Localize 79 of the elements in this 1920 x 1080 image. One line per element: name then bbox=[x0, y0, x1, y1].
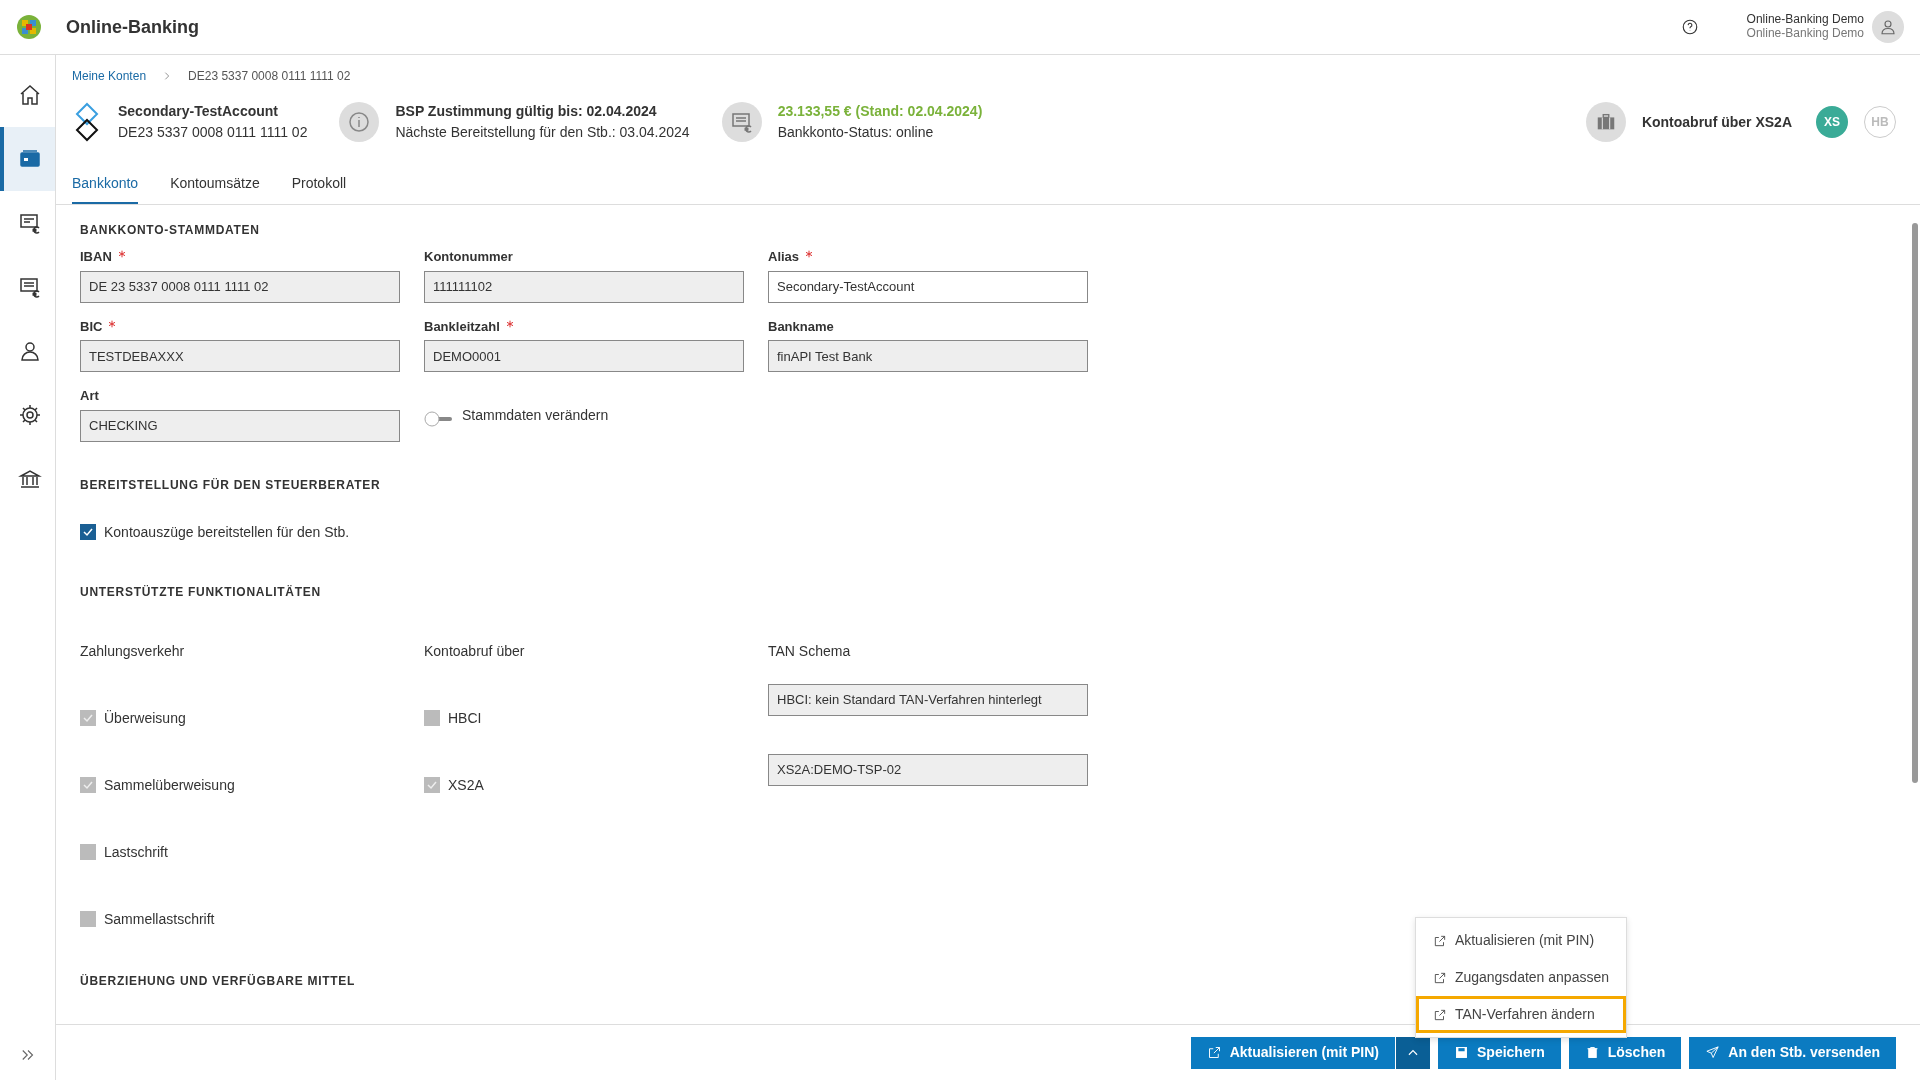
account-status: Bankkonto-Status: online bbox=[777, 123, 935, 142]
money-document-icon bbox=[17, 211, 42, 235]
send-icon bbox=[1705, 1045, 1721, 1060]
checkbox-label: Lastschrift bbox=[104, 842, 168, 862]
field-label: Kontonummer bbox=[424, 249, 513, 264]
method-badge: XS bbox=[1816, 106, 1848, 138]
method-badge: HB bbox=[1864, 106, 1896, 138]
external-button[interactable]: Aktualisieren (mit PIN) bbox=[1190, 1036, 1395, 1069]
delete-button[interactable]: Löschen bbox=[1568, 1036, 1682, 1069]
field-label: Art bbox=[80, 388, 99, 403]
info-icon bbox=[339, 102, 380, 142]
external-link-icon bbox=[1432, 1007, 1447, 1022]
money-document-icon bbox=[721, 102, 762, 142]
input-field: finAPI Test Bank bbox=[768, 340, 1088, 372]
checkmark-icon bbox=[82, 526, 94, 538]
help-icon[interactable] bbox=[1680, 18, 1699, 36]
field-label: Alias bbox=[768, 249, 800, 264]
logo-icon bbox=[16, 14, 42, 40]
input-field: XS2A:DEMO-TSP-02 bbox=[768, 753, 1088, 786]
account-balance: 23.133,55 € (Stand: 02.04.2024) bbox=[777, 102, 983, 121]
input-field: CHECKING bbox=[80, 409, 400, 442]
consent-validity: BSP Zustimmung gültig bis: 02.04.2024 bbox=[395, 102, 658, 121]
field-label: Bankleitzahl bbox=[424, 318, 500, 334]
checkbox-label: Kontoauszüge bereitstellen für den Stb. bbox=[104, 522, 350, 542]
required-asterisk-icon bbox=[805, 250, 814, 258]
required-asterisk-icon bbox=[505, 319, 514, 328]
sidebar-item[interactable] bbox=[0, 127, 55, 191]
toggle-label: Stammdaten verändern bbox=[462, 406, 609, 426]
section-heading: UNTERSTÜTZTE FUNKTIONALITÄTEN bbox=[80, 583, 321, 601]
next-provision-date: Nächste Bereitstellung für den Stb.: 03.04.2024 bbox=[395, 123, 690, 142]
money-document-icon bbox=[17, 275, 42, 299]
menu-item[interactable]: Zugangsdaten anpassen bbox=[1415, 959, 1626, 996]
breadcrumb-current: DE23 5337 0008 0111 1111 02 bbox=[188, 68, 351, 85]
checkbox-label: Überweisung bbox=[104, 708, 186, 728]
menu-item[interactable]: TAN-Verfahren ändern bbox=[1415, 996, 1626, 1033]
external-link-icon bbox=[1432, 970, 1447, 985]
section-heading: BEREITSTELLUNG FÜR DEN STEUERBERATER bbox=[80, 476, 381, 494]
tab[interactable]: Bankkonto bbox=[72, 167, 139, 204]
tab[interactable]: Kontoumsätze bbox=[170, 167, 260, 204]
input-field: TESTDEBAXXX bbox=[80, 340, 400, 372]
checkbox[interactable] bbox=[80, 524, 96, 540]
save-button[interactable]: Speichern bbox=[1438, 1036, 1561, 1069]
avatar-icon[interactable] bbox=[1872, 11, 1904, 43]
external-link-icon bbox=[1432, 933, 1447, 948]
send-button[interactable]: An den Stb. versenden bbox=[1689, 1036, 1896, 1069]
required-asterisk-icon bbox=[117, 250, 126, 258]
column-heading: Kontoabruf über bbox=[424, 641, 526, 661]
column-heading: TAN Schema bbox=[768, 641, 852, 661]
field-label: BIC bbox=[80, 318, 103, 334]
settings-icon bbox=[17, 403, 42, 427]
required-asterisk-icon bbox=[108, 319, 117, 328]
input-field: HBCI: kein Standard TAN-Verfahren hinterlegt bbox=[768, 683, 1088, 716]
field-label: IBAN bbox=[80, 249, 112, 264]
field-label: Bankname bbox=[768, 318, 834, 334]
checkbox-label: Sammellastschrift bbox=[104, 909, 215, 929]
input-field: 111111102 bbox=[424, 270, 744, 303]
input-field[interactable]: Secondary-TestAccount bbox=[768, 270, 1088, 303]
tab[interactable]: Protokoll bbox=[291, 167, 347, 204]
briefcase-icon bbox=[1585, 102, 1626, 142]
account-iban: DE23 5337 0008 0111 1111 02 bbox=[118, 123, 308, 142]
external-link-icon bbox=[1206, 1045, 1222, 1060]
checkbox-label: HBCI bbox=[448, 708, 482, 728]
save-icon bbox=[1454, 1045, 1469, 1060]
section-heading: BANKKONTO-STAMMDATEN bbox=[80, 222, 260, 239]
user-name: Online-Banking Demo bbox=[1746, 13, 1864, 27]
account-name: Secondary-TestAccount bbox=[118, 102, 279, 121]
user-organization: Online-Banking Demo bbox=[1746, 27, 1864, 41]
input-field: DEMO0001 bbox=[424, 340, 744, 372]
column-heading: Zahlungsverkehr bbox=[80, 641, 186, 661]
retrieval-method: Kontoabruf über XS2A bbox=[1641, 112, 1792, 132]
app-title: Online-Banking bbox=[66, 15, 199, 39]
checkbox-label: XS2A bbox=[448, 775, 484, 795]
breadcrumb-link[interactable]: Meine Konten bbox=[72, 67, 147, 85]
input-field: DE 23 5337 0008 0111 1111 02 bbox=[80, 270, 400, 303]
dropdown-toggle-button[interactable] bbox=[1395, 1036, 1430, 1069]
menu-item[interactable]: Aktualisieren (mit PIN) bbox=[1415, 922, 1626, 959]
checkbox-label: Sammelüberweisung bbox=[104, 775, 235, 795]
section-heading: ÜBERZIEHUNG UND VERFÜGBARE MITTEL bbox=[80, 972, 356, 990]
bank-icon bbox=[17, 467, 42, 491]
